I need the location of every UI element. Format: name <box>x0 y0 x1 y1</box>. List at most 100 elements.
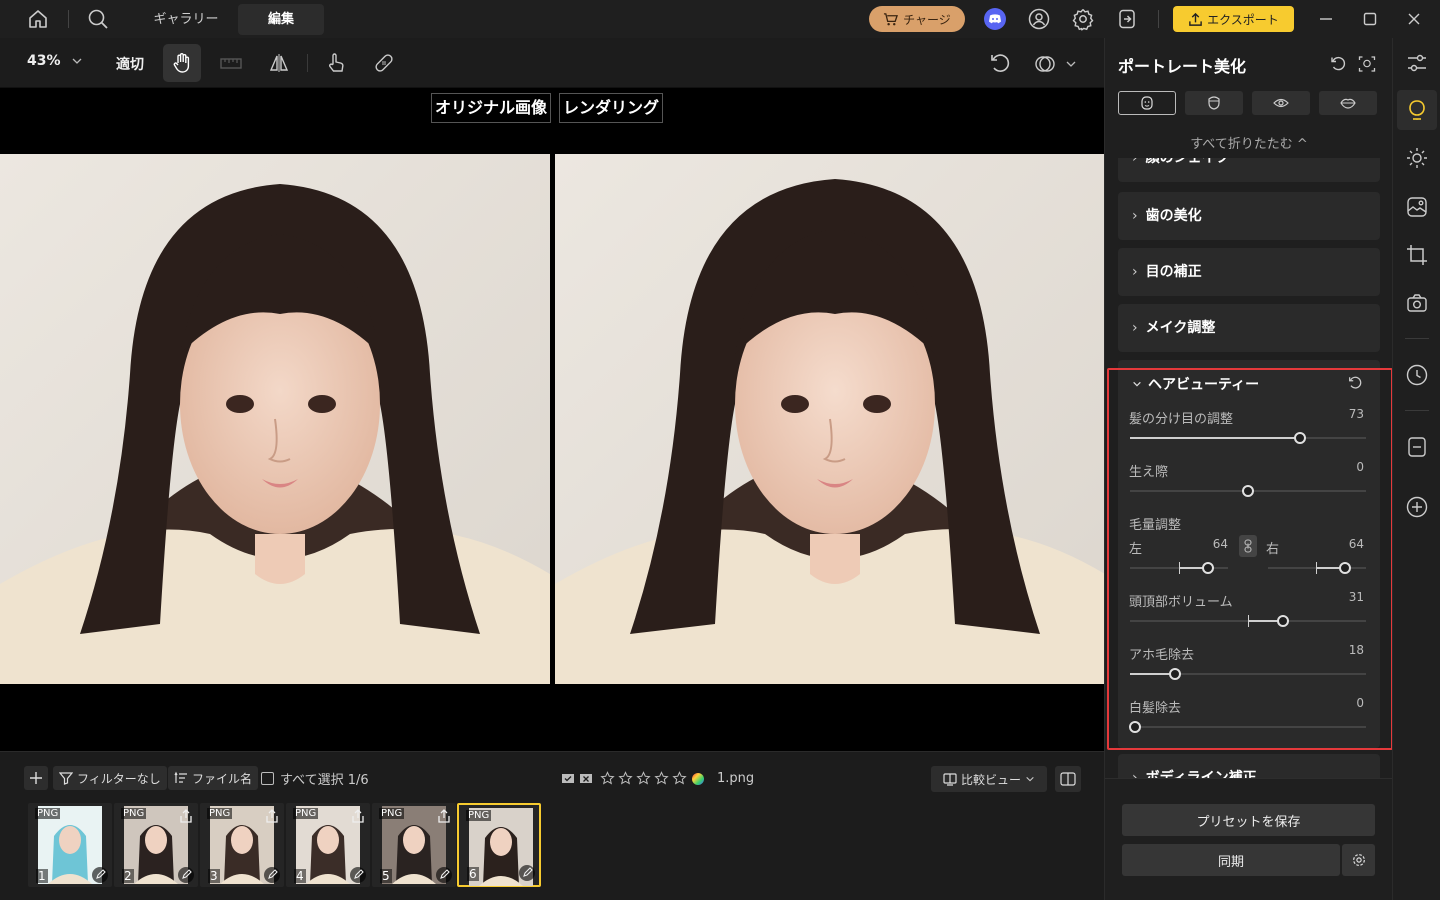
flip-tool[interactable] <box>260 44 298 82</box>
camera-icon[interactable] <box>1405 291 1429 315</box>
section-teeth-label: 歯の美化 <box>1145 208 1202 224</box>
split-view-button[interactable] <box>1055 766 1081 792</box>
crown-slider-knob[interactable] <box>1277 615 1289 627</box>
zoom-dropdown[interactable]: 43% <box>27 53 83 69</box>
star-icon[interactable] <box>600 771 615 786</box>
format-badge: PNG <box>293 808 319 819</box>
brightness-icon[interactable] <box>1405 146 1429 170</box>
tab-shape[interactable] <box>1185 91 1243 115</box>
maximize-icon[interactable] <box>1358 7 1382 31</box>
share-icon[interactable] <box>436 808 452 824</box>
ruler-tool[interactable] <box>212 44 250 82</box>
hairline-slider-knob[interactable] <box>1242 485 1254 497</box>
gray-slider-knob[interactable] <box>1129 721 1141 733</box>
tab-face[interactable] <box>1118 91 1176 115</box>
star-icon[interactable] <box>618 771 633 786</box>
gray-value: 0 <box>1356 696 1364 710</box>
thumbnail-3[interactable]: PNG 3 <box>200 803 284 887</box>
filter-button[interactable]: フィルターなし <box>53 766 167 790</box>
face-scan-icon[interactable] <box>1358 55 1378 75</box>
reject-flag-icon[interactable] <box>579 772 593 786</box>
section-face[interactable]: › 顔のシェイプ <box>1118 158 1380 182</box>
close-icon[interactable] <box>1402 7 1426 31</box>
volume-right-knob[interactable] <box>1339 562 1351 574</box>
volume-left-knob[interactable] <box>1202 562 1214 574</box>
star-icon[interactable] <box>636 771 651 786</box>
hair-reset-icon[interactable] <box>1347 375 1363 391</box>
edit-pencil-icon[interactable] <box>92 867 108 883</box>
volume-right-label: 右 <box>1266 542 1280 557</box>
hand-tool[interactable] <box>163 44 201 82</box>
image-edit-icon[interactable] <box>1405 195 1429 219</box>
edit-pencil-icon[interactable] <box>519 865 535 881</box>
add-icon[interactable] <box>1405 495 1429 519</box>
thumbnail-1[interactable]: PNG 1 <box>28 803 112 887</box>
notes-icon[interactable] <box>1405 435 1429 459</box>
thumbnail-number: 1 <box>36 869 48 883</box>
gear-icon[interactable] <box>1071 7 1095 31</box>
edit-pencil-icon[interactable] <box>436 867 452 883</box>
add-image-button[interactable] <box>24 766 48 790</box>
home-icon[interactable] <box>26 7 50 31</box>
compare-canvas[interactable]: オリジナル画像 レンダリング <box>0 88 1105 751</box>
sync-settings-button[interactable] <box>1342 844 1375 876</box>
color-label-icon[interactable] <box>691 772 705 786</box>
star-icon[interactable] <box>654 771 669 786</box>
sort-button[interactable]: ファイル名 <box>168 766 259 790</box>
edit-pencil-icon[interactable] <box>178 867 194 883</box>
thumbnail-5[interactable]: PNG 5 <box>372 803 456 887</box>
section-makeup[interactable]: › メイク調整 <box>1118 304 1380 352</box>
bandage-tool[interactable] <box>365 44 403 82</box>
link-icon[interactable] <box>1239 535 1257 557</box>
share-icon[interactable] <box>178 808 194 824</box>
thumbnail-6[interactable]: PNG 6 <box>457 803 541 887</box>
hairline-label: 生え際 <box>1129 465 1169 480</box>
section-eyes[interactable]: › 目の補正 <box>1118 248 1380 296</box>
checkbox-box[interactable] <box>261 772 274 785</box>
edit-pencil-icon[interactable] <box>264 867 280 883</box>
tab-gallery[interactable]: ギャラリー <box>140 4 232 35</box>
adjust-icon[interactable] <box>1405 51 1429 75</box>
undo-tool[interactable] <box>981 44 1019 82</box>
section-teeth[interactable]: › 歯の美化 <box>1118 192 1380 240</box>
fit-button[interactable]: 適切 <box>116 54 144 74</box>
star-icon[interactable] <box>672 771 687 786</box>
account-icon[interactable] <box>1027 7 1051 31</box>
thumbnail-2[interactable]: PNG 2 <box>114 803 198 887</box>
mask-icon <box>1035 56 1055 72</box>
reset-icon[interactable] <box>1329 55 1349 75</box>
hand-icon <box>173 53 190 73</box>
thumbnail-4[interactable]: PNG 4 <box>286 803 370 887</box>
mask-dropdown[interactable] <box>1033 52 1077 76</box>
minimize-icon[interactable] <box>1314 7 1338 31</box>
gray-slider-track[interactable] <box>1130 726 1366 728</box>
history-icon[interactable] <box>1405 363 1429 387</box>
discord-icon[interactable] <box>983 7 1007 31</box>
tab-eyes[interactable] <box>1252 91 1310 115</box>
sync-button[interactable]: 同期 <box>1122 844 1340 876</box>
compare-view-dropdown[interactable]: 比較ビュー <box>931 766 1047 792</box>
flyaway-slider-knob[interactable] <box>1169 668 1181 680</box>
touch-tool[interactable] <box>317 44 355 82</box>
select-all-checkbox[interactable]: すべて選択 1/6 <box>261 769 369 788</box>
share-icon[interactable] <box>264 808 280 824</box>
tab-lips[interactable] <box>1319 91 1377 115</box>
collapse-all-button[interactable]: すべて折りたたむ ^ <box>1105 133 1393 152</box>
tab-edit[interactable]: 編集 <box>238 4 324 35</box>
edit-pencil-icon[interactable] <box>350 867 366 883</box>
section-hair-header[interactable]: ヘアビューティー <box>1132 374 1259 394</box>
import-icon[interactable] <box>1115 7 1139 31</box>
section-body[interactable]: › ボディライン補正 <box>1118 754 1380 778</box>
crop-icon[interactable] <box>1405 243 1429 267</box>
sections-scroll[interactable]: › 顔のシェイプ › 歯の美化 › 目の補正 › メイク調整 ヘアビューティー 髪の分け… <box>1105 158 1393 778</box>
charge-button[interactable]: チャージ <box>869 6 965 32</box>
export-button[interactable]: エクスポート <box>1173 6 1294 32</box>
share-icon[interactable] <box>350 808 366 824</box>
save-preset-button[interactable]: プリセットを保存 <box>1122 804 1375 836</box>
portrait-icon[interactable] <box>1405 98 1429 122</box>
original-label: オリジナル画像 <box>431 93 552 123</box>
part-slider-knob[interactable] <box>1294 432 1306 444</box>
search-icon[interactable] <box>86 7 110 31</box>
part-value: 73 <box>1348 407 1364 421</box>
flag-icon[interactable] <box>561 772 575 786</box>
